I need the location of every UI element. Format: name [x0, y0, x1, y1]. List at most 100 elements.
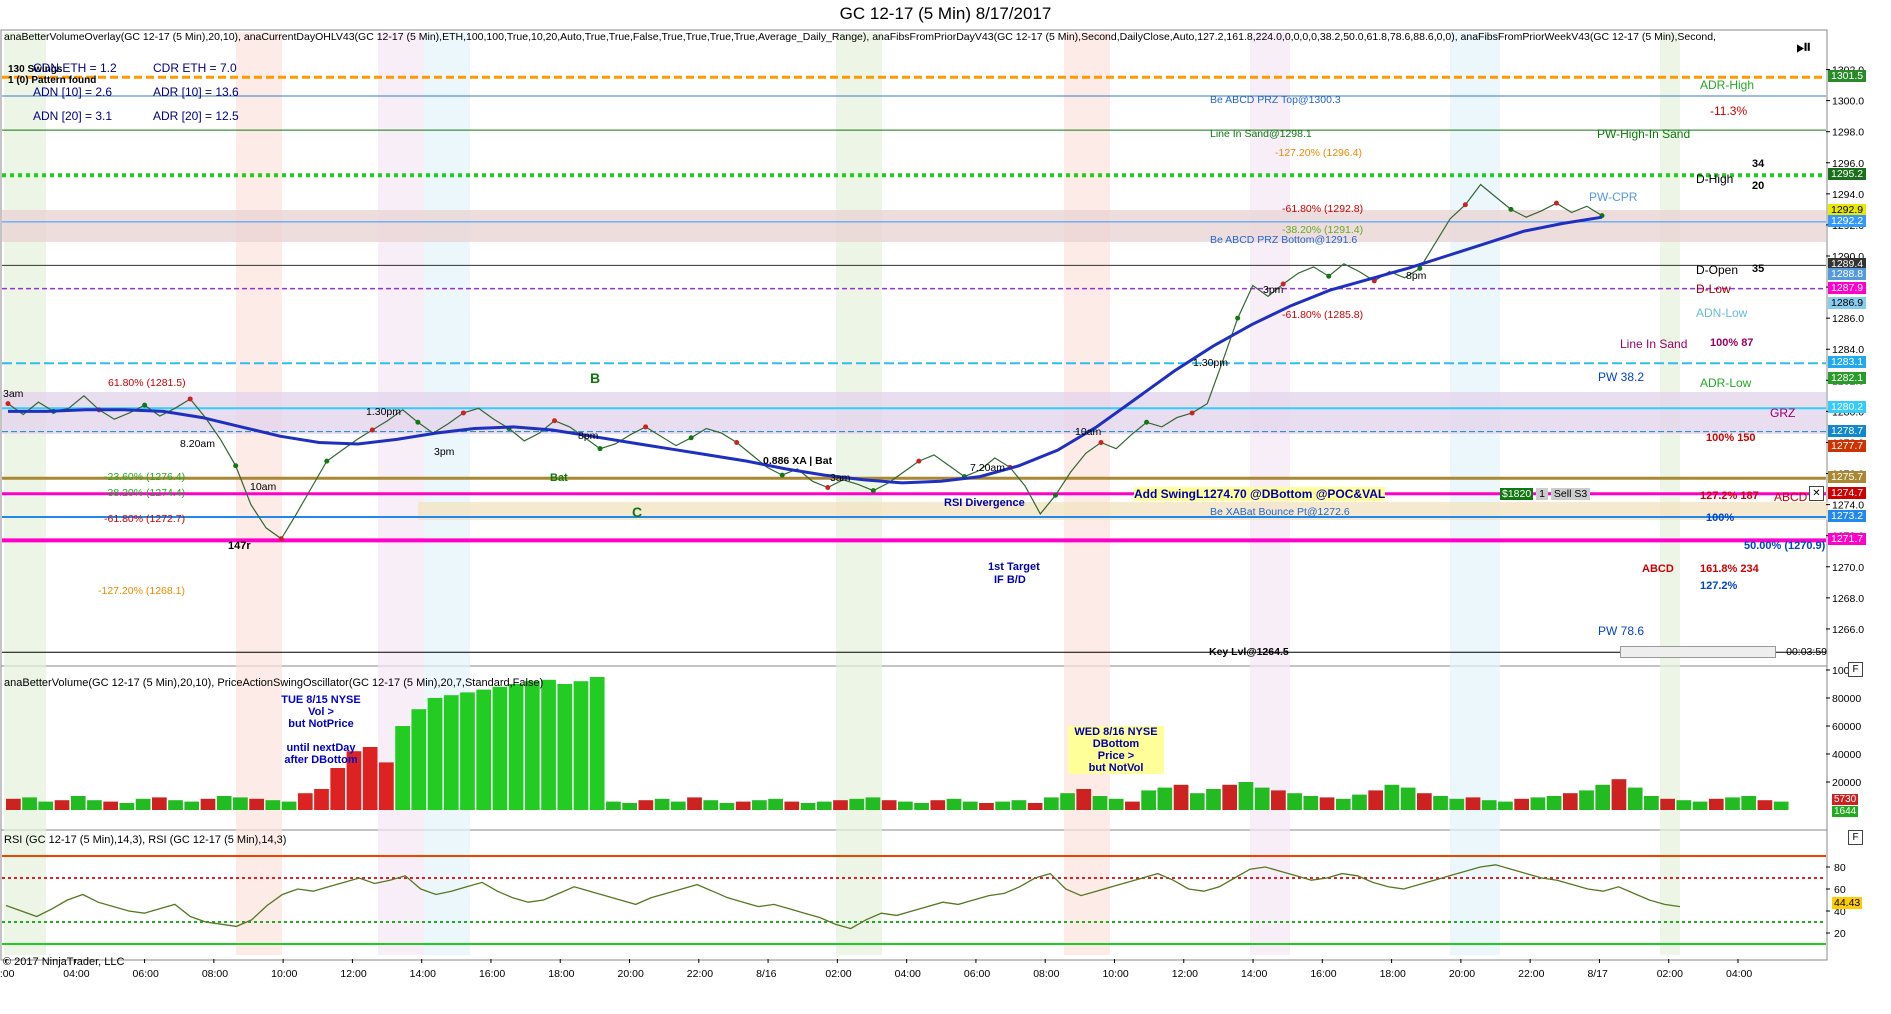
- volume-bar-2: [38, 801, 54, 810]
- close-panel-button[interactable]: ✕: [1809, 486, 1824, 501]
- volume-bar-61: [995, 801, 1011, 810]
- volume-bar-49: [800, 803, 816, 810]
- volume-bar-34: [557, 684, 573, 810]
- rsi-tick-label-2: 60: [1834, 884, 1846, 896]
- volume-bar-72: [1173, 784, 1189, 810]
- panel-maximize-button[interactable]: F: [1848, 662, 1863, 677]
- volume-bar-36: [589, 677, 605, 810]
- volume-bar-42: [687, 797, 702, 810]
- adr10: ADR [10] = 13.6: [153, 85, 239, 99]
- sell-badge[interactable]: $1820 1 Sell S3: [1500, 488, 1591, 500]
- price-panel-indicators: anaBetterVolumeOverlay(GC 12-17 (5 Min),…: [4, 31, 1716, 43]
- volume-bar-106: [1725, 797, 1740, 810]
- volume-bar-100: [1627, 787, 1643, 810]
- volume-bar-32: [524, 681, 540, 810]
- price-point-45: [688, 435, 694, 441]
- volume-bar-76: [1238, 782, 1254, 810]
- fib-127-left: -127.20% (1268.1): [98, 585, 185, 597]
- price-point-87: [1326, 273, 1332, 279]
- price-point-18: [278, 536, 284, 542]
- x-tick-label-8: 18:00: [548, 968, 574, 980]
- price-box-7: 1286.9: [1828, 297, 1867, 310]
- volume-bar-99: [1611, 779, 1627, 810]
- time-130pm-b: 1.30pm: [1193, 357, 1229, 369]
- cdn-eth: CDN ETH = 1.2: [33, 61, 117, 75]
- right-label-1: -11.3%: [1710, 104, 1748, 118]
- price-box-11: 1278.7: [1828, 424, 1867, 437]
- volume-bar-93: [1514, 798, 1530, 810]
- right-label-7: ADN-Low: [1696, 306, 1748, 320]
- volume-bar-23: [379, 762, 394, 810]
- price-box-0: 1301.5: [1828, 70, 1867, 83]
- volume-bar-103: [1676, 800, 1692, 810]
- first-target-sub: IF B/D: [994, 574, 1026, 586]
- x-tick-label-4: 10:00: [271, 968, 297, 980]
- right-label-4: PW-CPR: [1589, 190, 1638, 204]
- right-value-1: 20: [1752, 180, 1765, 192]
- x-tick-label-20: 18:00: [1380, 968, 1406, 980]
- panel-maximize-button-rsi[interactable]: F: [1848, 830, 1863, 845]
- volume-bar-37: [606, 801, 621, 810]
- bat-bounce-label: Be XABat Bounce Pt@1272.6: [1210, 506, 1350, 518]
- volume-bar-12: [200, 798, 216, 810]
- volume-bar-81: [1319, 797, 1335, 810]
- right-value-3: 100% 87: [1710, 337, 1754, 349]
- volume-bar-59: [962, 801, 978, 810]
- volume-bar-63: [1027, 803, 1043, 810]
- price-point-75: [1144, 419, 1150, 425]
- right-value-4: 100% 150: [1706, 432, 1756, 444]
- volume-bar-8: [135, 798, 151, 810]
- x-tick-label-18: 14:00: [1241, 968, 1267, 980]
- volume-bar-70: [1141, 790, 1156, 810]
- volume-bar-20: [330, 768, 346, 810]
- fib-618-left-b: -61.80% (1272.7): [104, 513, 186, 525]
- rsi-divergence-label: RSI Divergence: [944, 497, 1025, 509]
- c-label: C: [632, 504, 643, 520]
- volume-bar-74: [1206, 789, 1221, 810]
- abcd-prz-top-label: Be ABCD PRZ Top@1300.3: [1210, 94, 1341, 106]
- volume-bar-58: [946, 798, 962, 810]
- x-tick-label-14: 06:00: [964, 968, 990, 980]
- price-point-15: [233, 463, 239, 469]
- x-tick-label-13: 04:00: [895, 968, 921, 980]
- volume-panel-indicators: anaBetterVolume(GC 12-17 (5 Min),20,10),…: [4, 677, 544, 689]
- time-10am: 10am: [250, 481, 277, 493]
- volume-bar-45: [735, 801, 751, 810]
- chart-window: GC 12-17 (5 Min) 8/17/2017 1266.0 1268.0 1…: [0, 0, 1891, 1014]
- right-label-2: PW-High-In Sand: [1597, 127, 1691, 141]
- volume-bar-102: [1660, 798, 1675, 810]
- right-label-3: D-High: [1696, 172, 1734, 186]
- volume-bar-73: [1189, 793, 1205, 810]
- adr20: ADR [20] = 12.5: [153, 109, 239, 123]
- price-point-102: [1553, 200, 1559, 206]
- volume-bar-4: [70, 796, 86, 810]
- volume-bar-77: [1254, 787, 1270, 810]
- time-3pm: 3pm: [434, 446, 455, 458]
- add-swing-label: Add SwingL1274.70 @DBottom @POC&VAL: [1134, 487, 1386, 501]
- price-point-30: [460, 410, 466, 416]
- volume-bar-1: [22, 797, 37, 810]
- volume-bar-40: [654, 798, 670, 810]
- volume-bar-101: [1644, 796, 1659, 810]
- price-point-96: [1462, 202, 1468, 208]
- sell-label: Sell S3: [1550, 488, 1591, 500]
- price-point-51: [779, 472, 785, 478]
- right-label-8: Line In Sand: [1620, 337, 1688, 351]
- volume-bar-109: [1773, 801, 1789, 810]
- price-point-27: [415, 419, 421, 425]
- time-820am: 8.20am: [180, 438, 216, 450]
- volume-bar-92: [1498, 801, 1513, 810]
- right-label-9: PW 38.2: [1598, 370, 1645, 384]
- time-10am-b: 10am: [1075, 426, 1102, 438]
- volume-bar-25: [411, 709, 427, 810]
- volume-bar-80: [1303, 796, 1319, 810]
- sell-qty: 1: [1536, 488, 1548, 500]
- play-icon[interactable]: ⏯: [1796, 36, 1812, 59]
- volume-bar-79: [1287, 793, 1302, 810]
- volume-bar-31: [508, 684, 524, 810]
- volume-bar-95: [1546, 796, 1562, 810]
- time-8pm-b: 8pm: [1406, 270, 1427, 282]
- price-tick-label-2: 1270.0: [1832, 562, 1864, 574]
- price-box-8: 1283.1: [1828, 356, 1867, 369]
- volume-bar-0: [6, 798, 21, 810]
